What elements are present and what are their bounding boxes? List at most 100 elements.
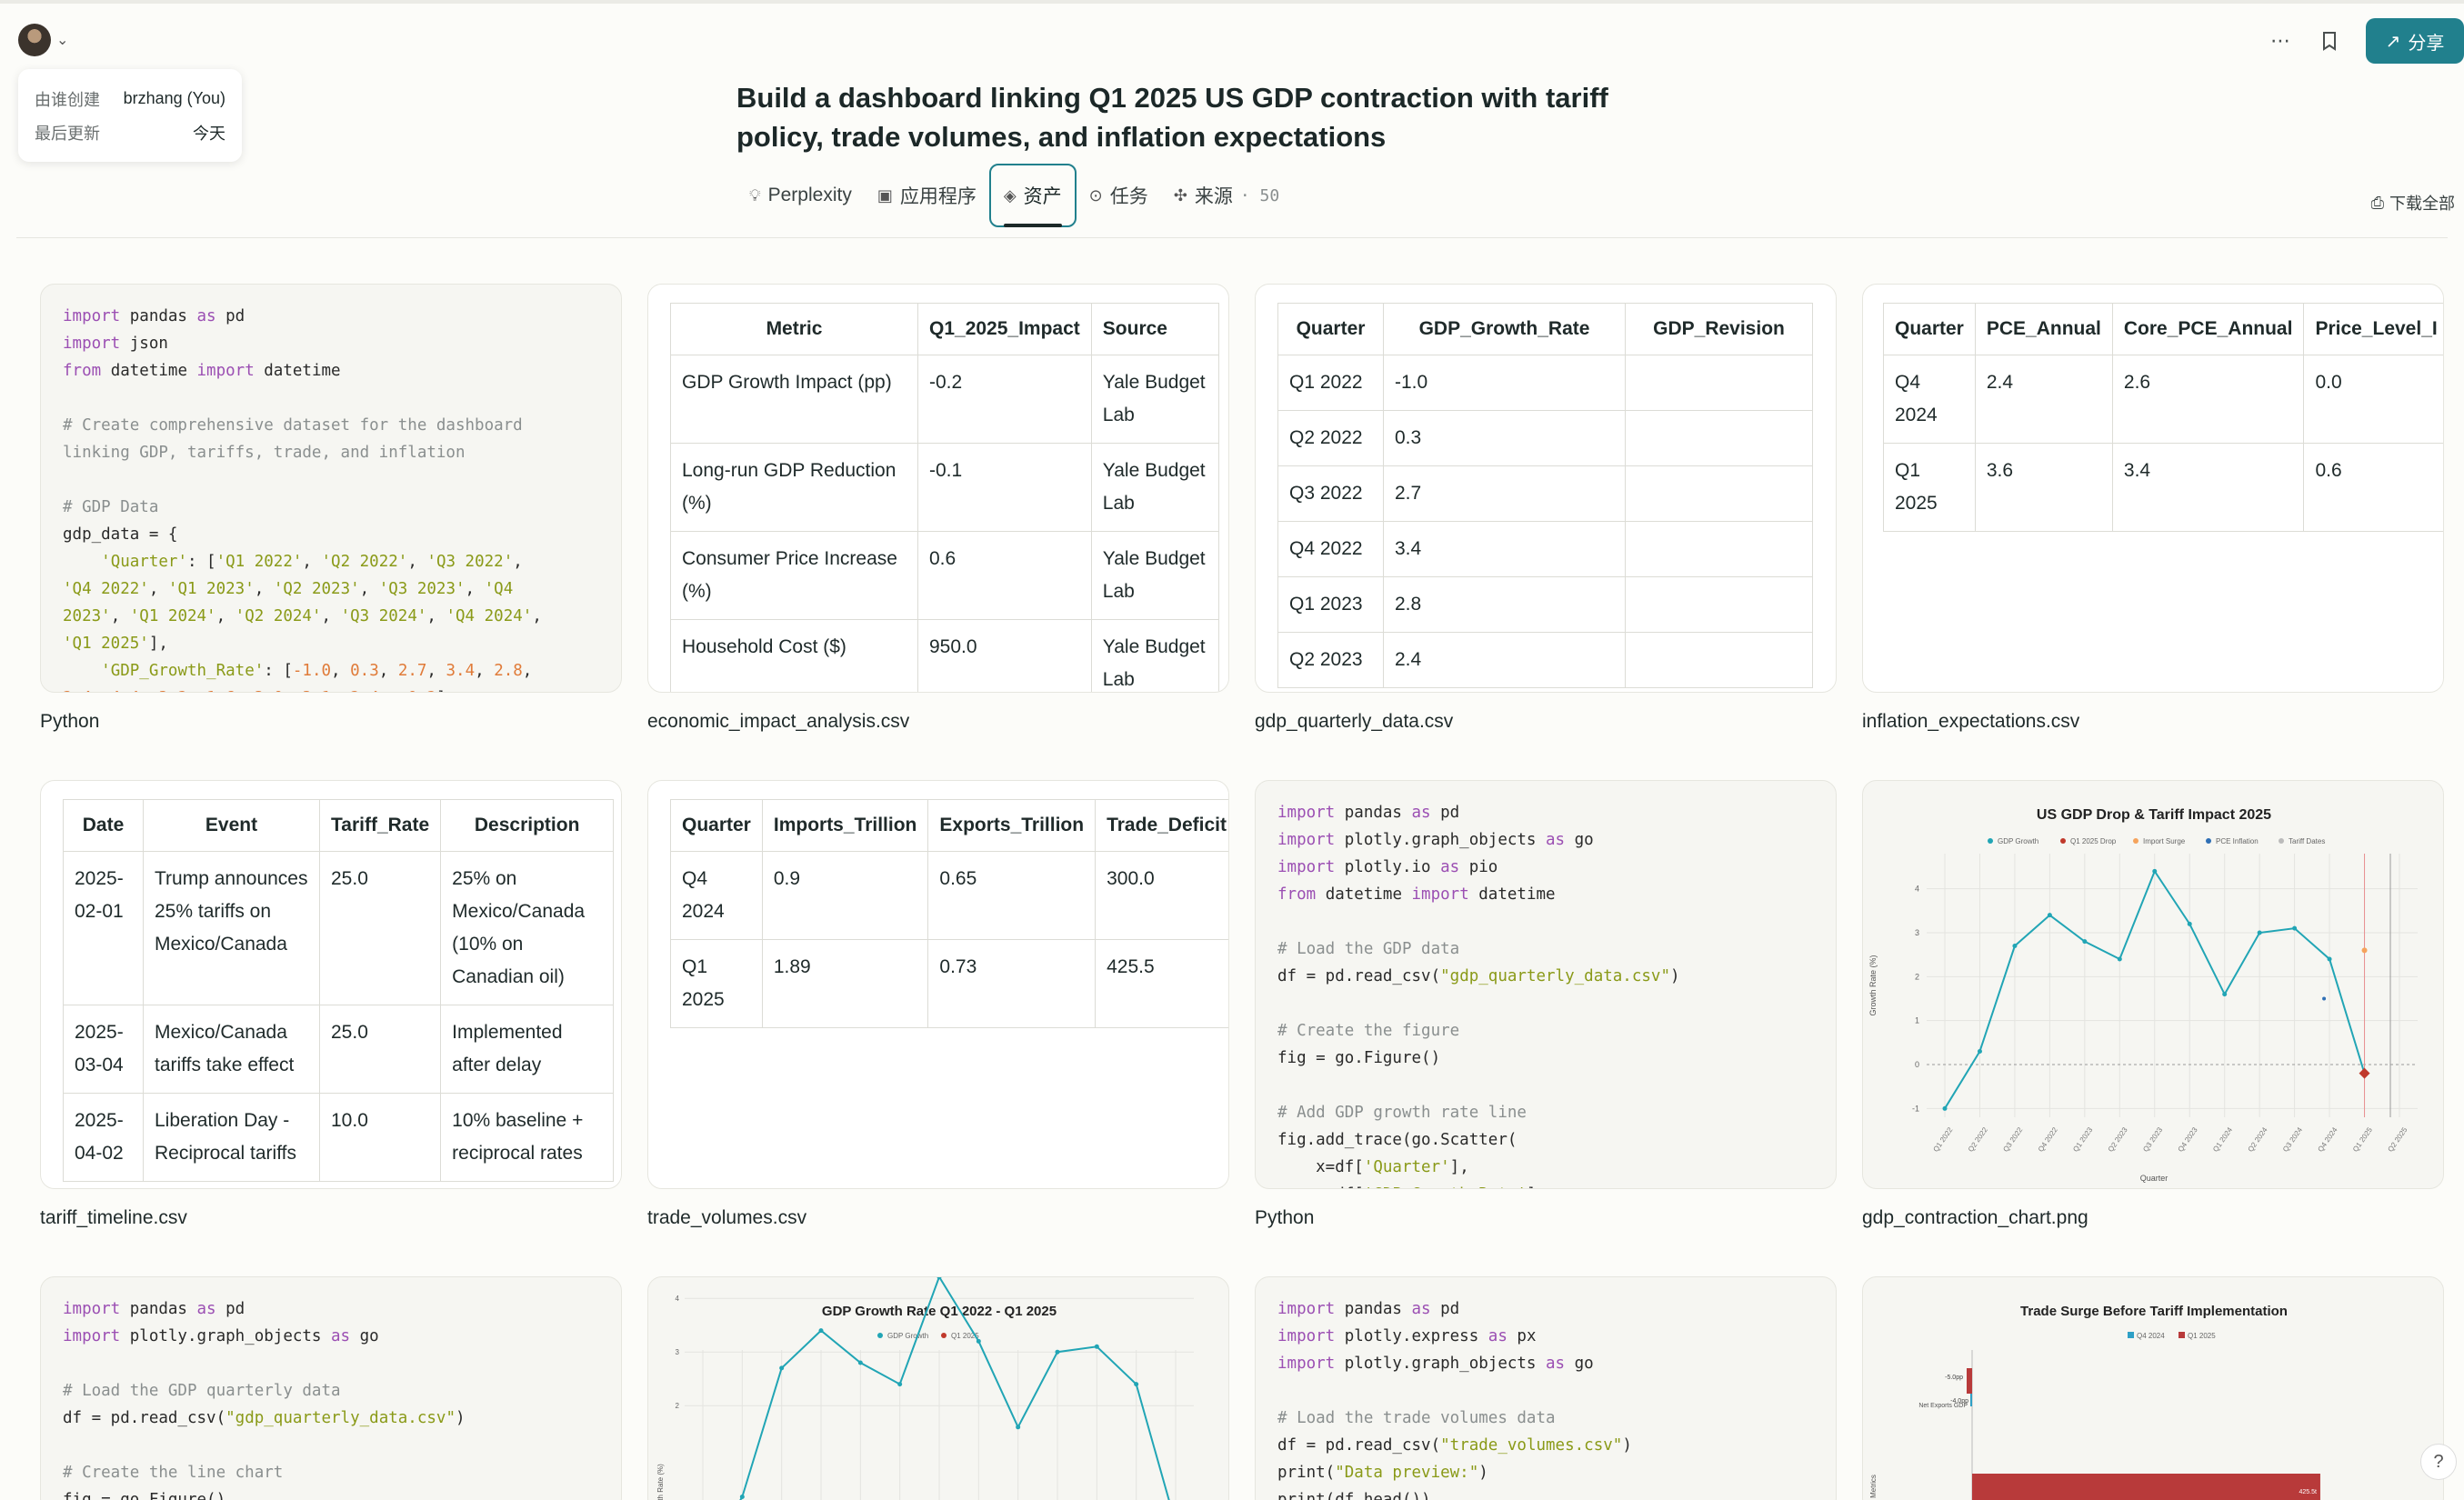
asset-card-inflation[interactable]: Quarter PCE_Annual Core_PCE_Annual Price… [1862,284,2444,693]
bookmark-icon[interactable] [2317,28,2342,54]
col-header: PCE_Annual [1974,303,2113,355]
asset-card-python-3[interactable]: import pandas as pd import plotly.graph_… [40,1276,622,1500]
data-point [2327,956,2332,962]
table-row: Q1 2023 2.8 [1277,576,1813,633]
tab-label: 应用程序 [899,186,977,207]
table-cell: Long-run GDP Reduction (%) [670,443,918,532]
data-point [1094,1344,1099,1349]
tab-sources[interactable]: ✣ 来源 · 50 [1161,164,1292,227]
download-icon: ⎙ [2370,193,2384,212]
thread-meta-popover: 由谁创建 brzhang (You) 最后更新 今天 [18,69,242,162]
table-cell [1625,521,1813,577]
table-cell: Trump announces 25% tariffs on Mexico/Ca… [143,851,320,1005]
share-label: 分享 [2408,33,2445,54]
data-point [779,1365,785,1371]
gdp-growth-chart: GDP Growth Rate Q1 2022 - Q1 2025 GDP Gro… [656,1277,1194,1500]
tab-assets[interactable]: ◈ 资产 [988,164,1077,227]
csv-table: Quarter PCE_Annual Core_PCE_Annual Price… [1883,303,2443,532]
table-cell: 10.0 [318,1093,442,1182]
asset-card-trade-chart[interactable]: Trade Surge Before Tariff Implementation… [1862,1276,2444,1500]
col-header: Source [1090,303,1219,355]
table-cell: 425.5 [1095,939,1228,1028]
asset-card-gdp-quarterly[interactable]: Quarter GDP_Growth_Rate GDP_Revision Q1 … [1255,284,1837,693]
download-all-button[interactable]: ⎙ 下载全部 [2371,191,2455,215]
tab-label: 来源 [1194,186,1233,207]
legend-marker [2128,1332,2134,1338]
avatar [18,24,51,56]
table-cell: 25.0 [318,1005,442,1094]
y-tick-label: 2 [1915,972,1919,981]
csv-table: Date Event Tariff_Rate Description 2025-… [63,799,615,1182]
x-tick-label: Q4 2024 [2317,1125,2339,1154]
y-axis-label: Metrics [1869,1475,1878,1498]
more-icon[interactable]: ⋯ [2268,28,2293,54]
col-header: Date [63,799,144,852]
x-tick-label: Q2 2023 [2107,1125,2129,1154]
table-cell: Yale Budget Lab [1090,619,1219,692]
data-point [897,1382,903,1387]
table-cell: GDP Growth Impact (pp) [670,355,918,444]
q1-2025-drop-marker [2359,1067,2370,1079]
asset-card-python-4[interactable]: import pandas as pd import plotly.expres… [1255,1276,1837,1500]
data-point [2082,939,2088,945]
table-cell: 2025-02-01 [63,851,144,1005]
table-cell: Q2 2023 [1277,632,1384,688]
table-cell: 10% baseline + reciprocal rates [440,1093,615,1182]
col-header: Q1_2025_Impact [917,303,1092,355]
table-row: Consumer Price Increase (%) 0.6 Yale Bud… [670,531,1219,620]
asset-card-gdp-chart[interactable]: US GDP Drop & Tariff Impact 2025 GDP Grow… [1862,780,2444,1189]
table-row: GDP Growth Impact (pp) -0.2 Yale Budget … [670,355,1219,444]
asset-card-python-2[interactable]: import pandas as pd import plotly.graph_… [1255,780,1837,1189]
table-cell: Implemented after delay [440,1005,615,1094]
table-cell: Yale Budget Lab [1090,443,1219,532]
legend-marker [2179,1332,2185,1338]
created-by-row: 由谁创建 brzhang (You) [35,82,225,115]
asset-card-trade-volumes[interactable]: Quarter Imports_Trillion Exports_Trillio… [647,780,1229,1189]
table-cell: Q1 2023 [1277,576,1384,633]
top-border [0,0,2464,4]
col-header: Tariff_Rate [318,799,442,852]
table-row: 2025-02-01 Trump announces 25% tariffs o… [63,851,615,1005]
help-button[interactable]: ? [2420,1444,2457,1480]
col-header: Exports_Trillion [927,799,1097,852]
table-cell: Q4 2022 [1277,521,1384,577]
table-row: 2025-04-02 Liberation Day - Reciprocal t… [63,1093,615,1182]
y-tick-label: 1 [1915,1016,1919,1025]
col-header: Price_Level_I [2303,303,2443,355]
share-button[interactable]: ↗ 分享 [2366,18,2464,64]
table-row: Long-run GDP Reduction (%) -0.1 Yale Bud… [670,443,1219,532]
table-cell: Q1 2022 [1277,355,1384,411]
table-cell: Q1 2025 [670,939,763,1028]
asset-card-economic-impact[interactable]: Metric Q1_2025_Impact Source GDP Growth … [647,284,1229,693]
table-cell: -0.2 [917,355,1092,444]
table-cell: 3.6 [1974,443,2113,532]
tab-perplexity[interactable]: 💡︎ Perplexity [736,164,865,227]
y-axis-label: Growth Rate (%) [656,1464,665,1500]
y-tick-label: 4 [1915,885,1919,894]
asset-label: gdp_quarterly_data.csv [1255,711,1454,732]
asset-card-python-1[interactable]: import pandas as pd import json from dat… [40,284,622,693]
table-cell: 3.4 [1383,521,1626,577]
data-point [2222,992,2228,997]
tab-apps[interactable]: ▣ 应用程序 [865,164,989,227]
col-header: Description [440,799,615,852]
table-row: Q4 2024 2.4 2.6 0.0 [1883,355,2443,444]
code-preview: import pandas as pd import json from dat… [63,307,542,692]
tab-tasks[interactable]: ⊙ 任务 [1077,164,1161,227]
csv-table: Quarter Imports_Trillion Exports_Trillio… [670,799,1228,1028]
col-header: Event [143,799,320,852]
code-preview: import pandas as pd import plotly.graph_… [63,1300,466,1500]
table-cell: 0.6 [917,531,1092,620]
col-header: Quarter [1277,303,1384,355]
table-cell: 1.89 [761,939,929,1028]
y-tick-label: 4 [676,1295,680,1303]
col-header: Metric [670,303,918,355]
table-cell: 25.0 [318,851,442,1005]
table-row: Q4 2022 3.4 [1277,521,1813,577]
asset-card-tariff-timeline[interactable]: Date Event Tariff_Rate Description 2025-… [40,780,622,1189]
data-label: 425.5t [2299,1489,2317,1495]
bar-q1-2025-trade-deficit [1972,1474,2320,1500]
user-menu[interactable]: ⌄ [18,24,68,56]
y-tick-label: 3 [1915,928,1919,937]
asset-card-gdp-growth-chart[interactable]: GDP Growth Rate Q1 2022 - Q1 2025 GDP Gro… [647,1276,1229,1500]
